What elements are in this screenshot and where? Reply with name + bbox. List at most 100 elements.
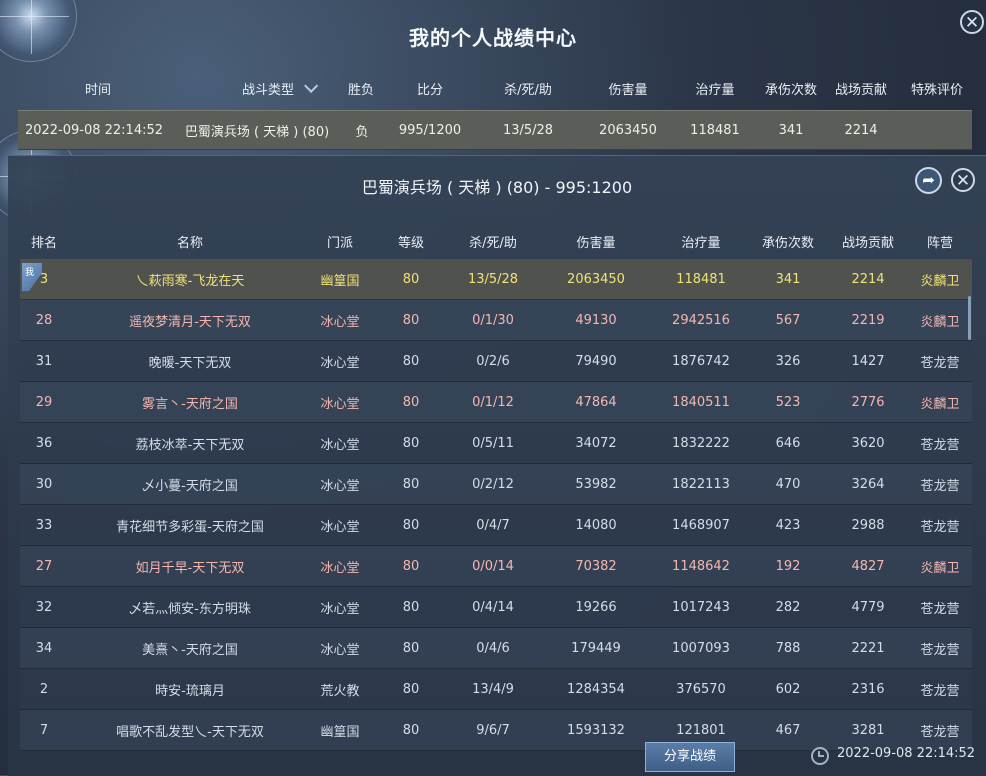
share-record-button[interactable]: 分享战绩 — [645, 742, 735, 772]
col-hits-taken: 承伤次数 — [761, 235, 814, 251]
summary-record-row[interactable]: 2022-09-08 22:14:52 巴蜀演兵场 ( 天梯 ) (80) 负 … — [18, 110, 972, 150]
cell-name: 晚暖-天下无双 — [148, 355, 232, 371]
cell-contribution: 4827 — [851, 558, 885, 574]
cell-level: 80 — [402, 599, 420, 615]
table-row[interactable]: 32 乄若灬倾安-东方明珠 冰心堂 80 0/4/14 19266 101724… — [20, 587, 972, 628]
cell-camp: 苍龙营 — [920, 519, 960, 535]
col-kda: 杀/死/助 — [469, 235, 517, 251]
cell-level: 80 — [402, 394, 420, 410]
cell-heal: 1822113 — [672, 476, 730, 492]
table-row[interactable]: 2 時安-琉璃月 荒火教 80 13/4/9 1284354 376570 60… — [20, 669, 972, 710]
summary-col-contribution: 战场贡献 — [834, 82, 887, 98]
close-detail-button[interactable]: ✕ — [951, 168, 975, 192]
cell-contribution: 3264 — [851, 476, 885, 492]
summary-col-score: 比分 — [416, 82, 443, 98]
cell-name: 青花细节多彩蛋-天府之国 — [116, 519, 264, 535]
cell-school: 幽篁国 — [320, 273, 360, 289]
cell-camp: 炎麟卫 — [920, 273, 960, 289]
cell-school: 冰心堂 — [320, 642, 360, 658]
detail-table-header: 排名 名称 门派 等级 杀/死/助 伤害量 治疗量 承伤次数 战场贡献 阵营 — [20, 223, 972, 260]
col-camp: 阵营 — [926, 235, 953, 251]
summary-col-damage: 伤害量 — [608, 82, 648, 98]
cell-name: 時安-琉璃月 — [155, 683, 225, 699]
table-scrollbar[interactable] — [968, 296, 971, 340]
cell-kda: 0/4/7 — [476, 517, 510, 533]
cell-damage: 1284354 — [567, 681, 625, 697]
col-name: 名称 — [176, 235, 203, 251]
summary-hits-taken: 341 — [778, 122, 804, 138]
cell-school: 冰心堂 — [320, 519, 360, 535]
cell-hits-taken: 282 — [775, 599, 801, 615]
table-row[interactable]: 30 乄小蔓-天府之国 冰心堂 80 0/2/12 53982 1822113 … — [20, 464, 972, 505]
cell-hits-taken: 326 — [775, 353, 801, 369]
cell-name: 唱歌不乱发型乀-天下无双 — [116, 724, 264, 740]
table-row[interactable]: 28 遥夜梦清月-天下无双 冰心堂 80 0/1/30 49130 294251… — [20, 300, 972, 341]
cell-name: 如月千早-天下无双 — [135, 560, 245, 576]
summary-time: 2022-09-08 22:14:52 — [24, 122, 164, 138]
cell-level: 80 — [402, 681, 420, 697]
table-row[interactable]: 29 雾言丶-天府之国 冰心堂 80 0/1/12 47864 1840511 … — [20, 382, 972, 423]
cell-hits-taken: 467 — [775, 722, 801, 738]
cell-school: 冰心堂 — [320, 396, 360, 412]
summary-col-battle-type[interactable]: 战斗类型 — [213, 72, 343, 104]
cell-level: 80 — [402, 353, 420, 369]
cell-kda: 0/1/12 — [472, 394, 514, 410]
col-contribution: 战场贡献 — [841, 235, 894, 251]
cell-rank: 30 — [35, 476, 53, 492]
close-icon: ✕ — [964, 13, 980, 33]
cell-heal: 1017243 — [672, 599, 730, 615]
cell-name: 荔枝冰萃-天下无双 — [135, 437, 245, 453]
cell-kda: 0/5/11 — [472, 435, 514, 451]
summary-col-result: 胜负 — [347, 82, 374, 98]
cell-heal: 376570 — [676, 681, 726, 697]
share-button[interactable]: ➦ — [915, 167, 942, 194]
cell-rank: 33 — [35, 517, 53, 533]
summary-col-battle-type-label: 战斗类型 — [241, 82, 294, 98]
cell-level: 80 — [402, 722, 420, 738]
col-damage: 伤害量 — [576, 235, 616, 251]
table-row[interactable]: 27 如月千早-天下无双 冰心堂 80 0/0/14 70382 1148642… — [20, 546, 972, 587]
summary-header: 时间 战斗类型 胜负 比分 杀/死/助 伤害量 治疗量 承伤次数 战场贡献 特殊… — [18, 72, 972, 104]
cell-contribution: 2776 — [851, 394, 885, 410]
cell-contribution: 4779 — [851, 599, 885, 615]
summary-col-kda: 杀/死/助 — [504, 82, 552, 98]
cell-heal: 118481 — [676, 271, 726, 287]
close-window-button[interactable]: ✕ — [960, 10, 984, 34]
cell-heal: 1007093 — [672, 640, 730, 656]
cell-camp: 炎麟卫 — [920, 396, 960, 412]
cell-name: 乀萩雨寒-飞龙在天 — [135, 273, 245, 289]
cell-heal: 1468907 — [672, 517, 730, 533]
cell-kda: 9/6/7 — [476, 722, 510, 738]
cell-level: 80 — [402, 271, 420, 287]
chevron-down-icon[interactable] — [304, 78, 319, 93]
cell-heal: 1148642 — [672, 558, 730, 574]
cell-damage: 14080 — [575, 517, 617, 533]
cell-name: 乄小蔓-天府之国 — [142, 478, 238, 494]
cell-hits-taken: 470 — [775, 476, 801, 492]
cell-kda: 13/5/28 — [467, 271, 519, 287]
cell-camp: 苍龙营 — [920, 355, 960, 371]
table-row[interactable]: 31 晚暖-天下无双 冰心堂 80 0/2/6 79490 1876742 32… — [20, 341, 972, 382]
cell-heal: 2942516 — [672, 312, 730, 328]
cell-level: 80 — [402, 312, 420, 328]
cell-level: 80 — [402, 476, 420, 492]
summary-special — [902, 111, 972, 149]
clock-icon — [811, 747, 829, 765]
cell-kda: 0/0/14 — [472, 558, 514, 574]
cell-rank: 27 — [35, 558, 53, 574]
cell-rank: 3 — [39, 271, 49, 287]
table-row[interactable]: 36 荔枝冰萃-天下无双 冰心堂 80 0/5/11 34072 1832222… — [20, 423, 972, 464]
table-row[interactable]: 34 美熹丶-天府之国 冰心堂 80 0/4/6 179449 1007093 … — [20, 628, 972, 669]
cell-hits-taken: 341 — [775, 271, 801, 287]
cell-name: 乄若灬倾安-东方明珠 — [129, 601, 251, 617]
cell-name: 雾言丶-天府之国 — [142, 396, 238, 412]
table-row[interactable]: 33 青花细节多彩蛋-天府之国 冰心堂 80 0/4/7 14080 14689… — [20, 505, 972, 546]
cell-contribution: 3620 — [851, 435, 885, 451]
cell-damage: 1593132 — [567, 722, 625, 738]
table-row[interactable]: 我 3 乀萩雨寒-飞龙在天 幽篁国 80 13/5/28 2063450 118… — [20, 259, 972, 300]
table-row[interactable]: 7 唱歌不乱发型乀-天下无双 幽篁国 80 9/6/7 1593132 1218… — [20, 710, 972, 751]
cell-contribution: 2214 — [851, 271, 885, 287]
summary-kda: 13/5/28 — [502, 122, 554, 138]
cell-school: 冰心堂 — [320, 314, 360, 330]
cell-kda: 0/2/12 — [472, 476, 514, 492]
